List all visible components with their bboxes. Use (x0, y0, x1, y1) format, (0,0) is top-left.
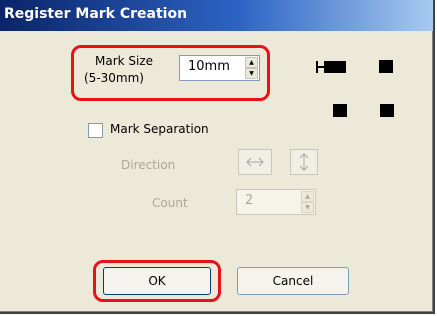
spin-down-icon[interactable]: ▼ (245, 68, 258, 79)
cancel-button-label: Cancel (272, 274, 314, 288)
dialog-title: Register Mark Creation (4, 6, 188, 22)
cancel-button[interactable]: Cancel (237, 267, 349, 295)
register-mark-preview-top-left (316, 59, 348, 76)
register-mark-preview-bottom-right (380, 104, 394, 117)
mark-separation-checkbox[interactable] (88, 123, 103, 138)
mark-size-range-label: (5-30mm) (84, 71, 144, 85)
ok-button-label: OK (148, 274, 166, 288)
direction-label: Direction (121, 158, 176, 172)
spin-up-icon[interactable]: ▲ (301, 191, 314, 202)
spin-down-icon[interactable]: ▼ (301, 202, 314, 213)
horizontal-arrows-icon (246, 157, 264, 167)
register-mark-preview-top-right (379, 60, 393, 73)
count-label: Count (152, 196, 188, 210)
mark-size-label: Mark Size (95, 54, 154, 68)
direction-horizontal-button[interactable] (238, 149, 272, 175)
vertical-arrows-icon (299, 153, 309, 171)
register-mark-dialog: Register Mark Creation Mark Size (5-30mm… (0, 0, 435, 314)
ok-button[interactable]: OK (103, 267, 211, 295)
mark-separation-label[interactable]: Mark Separation (110, 122, 209, 136)
title-bar[interactable]: Register Mark Creation (0, 0, 433, 31)
direction-vertical-button[interactable] (290, 149, 318, 175)
mark-size-value[interactable]: 10mm (188, 59, 230, 74)
count-stepper[interactable]: 2 ▲ ▼ (236, 189, 316, 215)
register-mark-preview-bottom-left (333, 104, 347, 117)
count-value[interactable]: 2 (245, 193, 253, 208)
mark-size-stepper[interactable]: 10mm ▲ ▼ (179, 55, 260, 81)
spin-up-icon[interactable]: ▲ (245, 57, 258, 68)
